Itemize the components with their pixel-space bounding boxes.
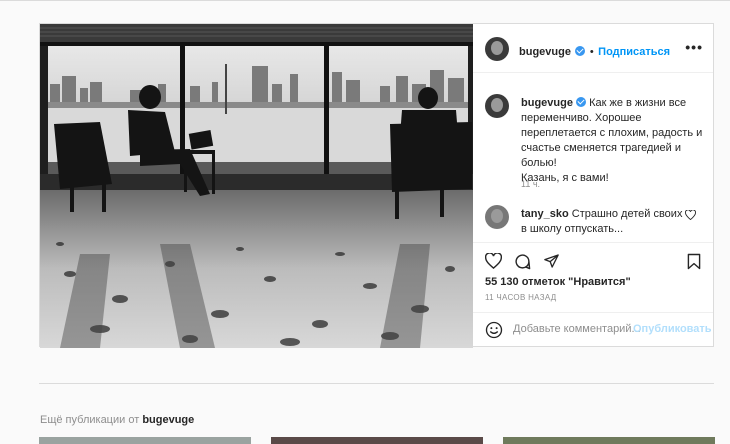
caption-text: Как же в жизни все переменчиво. Хорошее … xyxy=(521,97,703,184)
more-posts-prefix: Ещё публикации от xyxy=(40,414,140,426)
caption-time[interactable]: 11 ч. xyxy=(521,179,540,189)
more-post-thumbnail[interactable] xyxy=(271,437,483,444)
comment-username[interactable]: tany_sko xyxy=(521,208,569,220)
like-heart-icon[interactable] xyxy=(485,253,502,269)
comment: tany_sko Страшно детей своих в школу отп… xyxy=(521,207,686,237)
caption-username[interactable]: bugevuge xyxy=(521,97,573,109)
caption-avatar[interactable] xyxy=(485,94,509,118)
share-paper-plane-icon[interactable] xyxy=(543,253,560,269)
likes-count[interactable]: 55 130 отметок "Нравится" xyxy=(485,276,631,288)
post-sidebar: bugevuge • Подписаться ••• bugevuge Как … xyxy=(473,24,713,346)
post-timestamp[interactable]: 11 ЧАСОВ НАЗАД xyxy=(485,293,556,302)
header-user-line: bugevuge • Подписаться xyxy=(519,42,670,60)
comment-input[interactable]: Добавьте комментарий... xyxy=(513,323,641,335)
post-photo[interactable] xyxy=(40,24,473,348)
comment-bubble-icon[interactable] xyxy=(514,253,531,270)
more-options-icon[interactable]: ••• xyxy=(685,39,703,55)
verified-badge-icon xyxy=(575,46,586,56)
avatar[interactable] xyxy=(485,37,509,61)
publish-button[interactable]: Опубликовать xyxy=(633,323,712,335)
more-post-thumbnail[interactable] xyxy=(503,437,715,444)
post-card: bugevuge • Подписаться ••• bugevuge Как … xyxy=(39,23,714,348)
more-post-thumbnail[interactable] xyxy=(39,437,251,444)
comment-avatar[interactable] xyxy=(485,205,509,229)
verified-badge-icon xyxy=(576,97,587,107)
comment-like-icon[interactable] xyxy=(685,210,696,220)
more-posts-heading: Ещё публикации от bugevuge xyxy=(40,414,194,426)
more-posts-username[interactable]: bugevuge xyxy=(142,414,194,426)
header-username[interactable]: bugevuge xyxy=(519,46,571,58)
action-bar xyxy=(473,242,713,270)
follow-button[interactable]: Подписаться xyxy=(598,46,670,58)
add-comment-bar: Добавьте комментарий... Опубликовать xyxy=(473,312,713,347)
top-border xyxy=(0,0,730,1)
section-divider xyxy=(39,383,714,384)
emoji-smiley-icon[interactable] xyxy=(485,321,503,339)
caption: bugevuge Как же в жизни все переменчиво.… xyxy=(521,96,711,186)
post-header: bugevuge • Подписаться ••• xyxy=(473,24,713,73)
save-bookmark-icon[interactable] xyxy=(687,253,701,270)
separator-dot: • xyxy=(589,46,594,58)
